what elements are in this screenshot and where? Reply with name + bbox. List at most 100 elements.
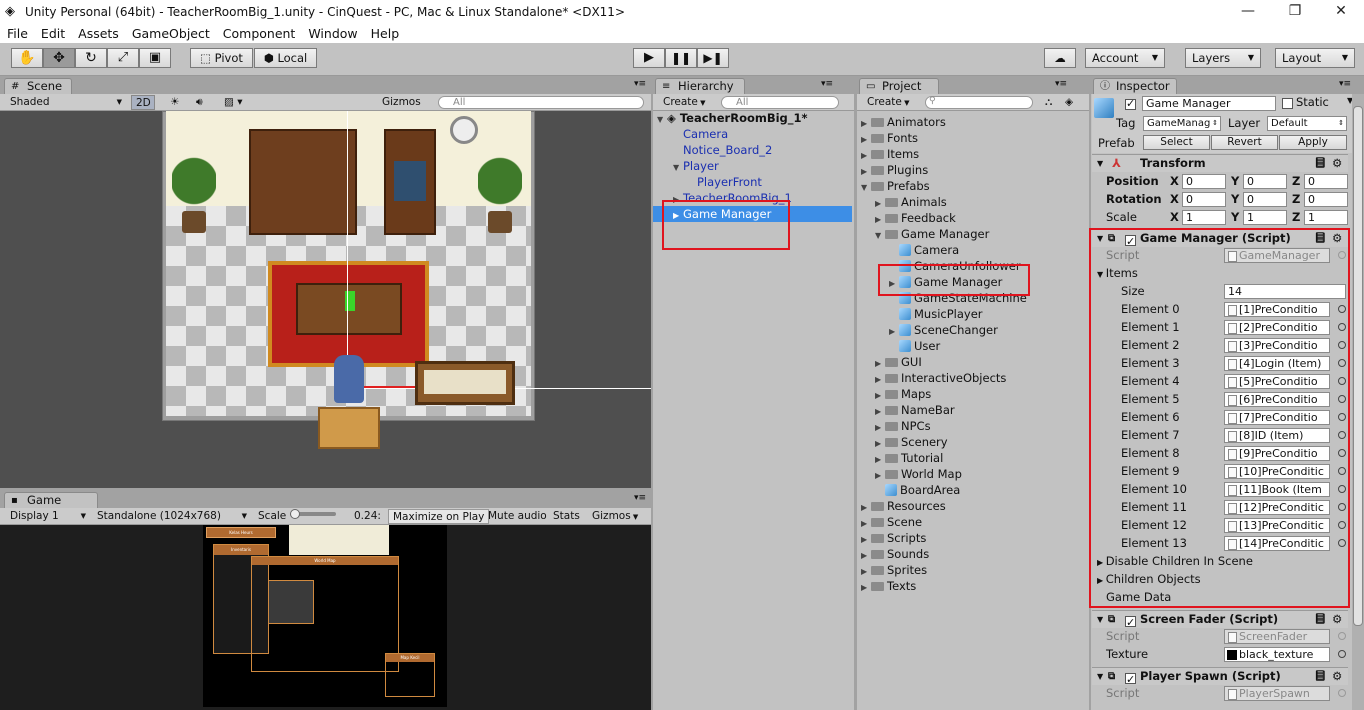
menu-file[interactable]: File <box>0 26 34 41</box>
prefab-revert-button[interactable]: Revert <box>1211 135 1278 150</box>
maximize-button[interactable]: ❐ <box>1272 0 1318 24</box>
panel-menu-icon[interactable]: ▾≡ <box>634 79 646 89</box>
tab-project[interactable]: ▭ Project <box>859 78 939 95</box>
help-book-icon[interactable]: 📘︎ <box>1314 155 1327 172</box>
prefab-apply-button[interactable]: Apply <box>1279 135 1347 150</box>
project-item[interactable]: ▶ Scene <box>861 514 922 530</box>
project-item[interactable]: Camera <box>889 242 959 258</box>
shading-dropdown[interactable]: Shaded ▼ <box>6 95 124 110</box>
project-search-input[interactable]: ⚲ <box>925 96 1033 109</box>
transform-y-field[interactable]: 1 <box>1243 210 1287 225</box>
display-dropdown[interactable]: Display 1 ▼ <box>6 509 88 524</box>
project-item[interactable]: ▶ Sprites <box>861 562 927 578</box>
project-item[interactable]: ▶ SceneChanger <box>889 322 998 338</box>
tab-game[interactable]: ▪ Game <box>4 492 98 509</box>
transform-x-field[interactable]: 1 <box>1182 210 1226 225</box>
panel-menu-icon[interactable]: ▾≡ <box>634 493 646 503</box>
menu-component[interactable]: Component <box>216 26 302 41</box>
panel-menu-icon[interactable]: ▾≡ <box>1055 79 1067 89</box>
pivot-toggle[interactable]: ⬚ Pivot <box>190 48 253 68</box>
project-item[interactable]: ▶ Plugins <box>861 162 928 178</box>
project-item[interactable]: BoardArea <box>875 482 960 498</box>
inspector-scroll-thumb[interactable] <box>1353 106 1363 626</box>
help-book-icon[interactable]: 📘︎ <box>1314 668 1327 685</box>
project-item[interactable]: ▶ Scripts <box>861 530 926 546</box>
layer-dropdown[interactable]: Default ⇕ <box>1267 116 1347 131</box>
transform-x-field[interactable]: 0 <box>1182 192 1226 207</box>
scene-viewport[interactable] <box>0 111 651 488</box>
project-item[interactable]: ▶ World Map <box>875 466 962 482</box>
transform-header[interactable]: ▼ ⅄ Transform 📘︎ ⚙ <box>1092 154 1348 172</box>
project-item[interactable]: User <box>889 338 940 354</box>
resolution-dropdown[interactable]: Standalone (1024x768) ▼ <box>93 509 249 524</box>
mode-2d-toggle[interactable]: 2D <box>131 95 155 110</box>
pause-button[interactable]: ❚❚ <box>665 48 697 68</box>
expand-arrow-icon[interactable]: ▶ <box>861 580 871 596</box>
layers-dropdown[interactable]: Layers ▼ <box>1185 48 1261 68</box>
project-item[interactable]: ▶ Texts <box>861 578 916 594</box>
tab-scene[interactable]: # Scene <box>4 78 72 95</box>
account-dropdown[interactable]: Account ▼ <box>1085 48 1165 68</box>
hierarchy-item-playerfront[interactable]: PlayerFront <box>697 174 762 190</box>
gizmos-dropdown[interactable]: Gizmos ▼ <box>378 95 430 122</box>
hierarchy-item-camera[interactable]: Camera <box>683 126 728 142</box>
tab-hierarchy[interactable]: ≡ Hierarchy <box>655 78 745 95</box>
lighting-icon[interactable]: ☀ <box>166 95 183 110</box>
project-item[interactable]: ▶ Scenery <box>875 434 948 450</box>
rotate-tool-icon[interactable]: ↻ <box>75 48 107 68</box>
tab-inspector[interactable]: ⓘ Inspector <box>1093 78 1177 95</box>
minimize-button[interactable]: — <box>1225 0 1271 24</box>
hand-tool-icon[interactable]: ✋ <box>11 48 43 68</box>
project-item[interactable]: ▼ Prefabs <box>861 178 930 194</box>
menu-window[interactable]: Window <box>301 26 363 41</box>
scale-tool-icon[interactable]: ⤢ <box>107 48 139 68</box>
project-item[interactable]: ▶ Sounds <box>861 546 929 562</box>
object-picker-icon[interactable] <box>1338 650 1346 658</box>
panel-menu-icon[interactable]: ▾≡ <box>821 79 833 89</box>
move-tool-icon[interactable]: ✥ <box>43 48 75 68</box>
help-book-icon[interactable]: 📘︎ <box>1314 611 1327 628</box>
prefab-select-button[interactable]: Select <box>1143 135 1210 150</box>
project-item[interactable]: ▶ Animals <box>875 194 947 210</box>
project-item[interactable]: ▶ Maps <box>875 386 931 402</box>
project-create-dropdown[interactable]: Create ▼ <box>863 95 914 110</box>
expand-arrow-icon[interactable]: ▼ <box>657 112 667 128</box>
project-item[interactable]: ▶ Tutorial <box>875 450 943 466</box>
project-item[interactable]: ▶ Items <box>861 146 919 162</box>
active-checkbox[interactable] <box>1125 97 1136 111</box>
inspector-scrollbar[interactable] <box>1352 94 1364 710</box>
expand-arrow-icon[interactable]: ▼ <box>673 160 683 176</box>
transform-z-field[interactable]: 1 <box>1304 210 1348 225</box>
project-item[interactable]: ▶ Resources <box>861 498 946 514</box>
maximize-on-play-toggle[interactable]: Maximize on Play <box>388 509 490 524</box>
audio-icon[interactable]: 🔊︎ <box>192 95 207 110</box>
menu-assets[interactable]: Assets <box>71 26 125 41</box>
transform-z-field[interactable]: 0 <box>1304 192 1348 207</box>
project-item[interactable]: MusicPlayer <box>889 306 983 322</box>
gear-icon[interactable]: ⚙ <box>1332 611 1342 628</box>
expand-arrow-icon[interactable]: ▼ <box>861 180 871 196</box>
scale-slider[interactable] <box>290 509 336 519</box>
project-item[interactable]: ▶ NameBar <box>875 402 955 418</box>
project-item[interactable]: ▶ Fonts <box>861 130 918 146</box>
layout-dropdown[interactable]: Layout ▼ <box>1275 48 1355 68</box>
texture-field[interactable]: black_texture <box>1224 647 1330 662</box>
scale-slider-handle[interactable] <box>290 509 300 519</box>
scene-root[interactable]: ▼ ◈ TeacherRoomBig_1* <box>657 110 808 126</box>
gear-icon[interactable]: ⚙ <box>1332 155 1342 172</box>
expand-arrow-icon[interactable]: ▼ <box>1097 611 1103 628</box>
filter-type-icon[interactable]: ⛬ <box>1041 95 1056 110</box>
hierarchy-search-input[interactable]: All <box>721 96 839 109</box>
transform-z-field[interactable]: 0 <box>1304 174 1348 189</box>
static-checkbox[interactable] <box>1282 96 1293 110</box>
hierarchy-create-dropdown[interactable]: Create ▼ <box>659 95 710 110</box>
menu-edit[interactable]: Edit <box>34 26 71 41</box>
hierarchy-item-player[interactable]: ▼ Player <box>673 158 719 174</box>
stats-toggle[interactable]: Stats <box>549 509 584 524</box>
cloud-icon[interactable]: ☁ <box>1044 48 1076 68</box>
play-button[interactable]: ▶ <box>633 48 665 68</box>
transform-x-field[interactable]: 0 <box>1182 174 1226 189</box>
transform-y-field[interactable]: 0 <box>1243 192 1287 207</box>
panel-menu-icon[interactable]: ▾≡ <box>1339 79 1351 89</box>
rect-tool-icon[interactable]: ▣ <box>139 48 171 68</box>
